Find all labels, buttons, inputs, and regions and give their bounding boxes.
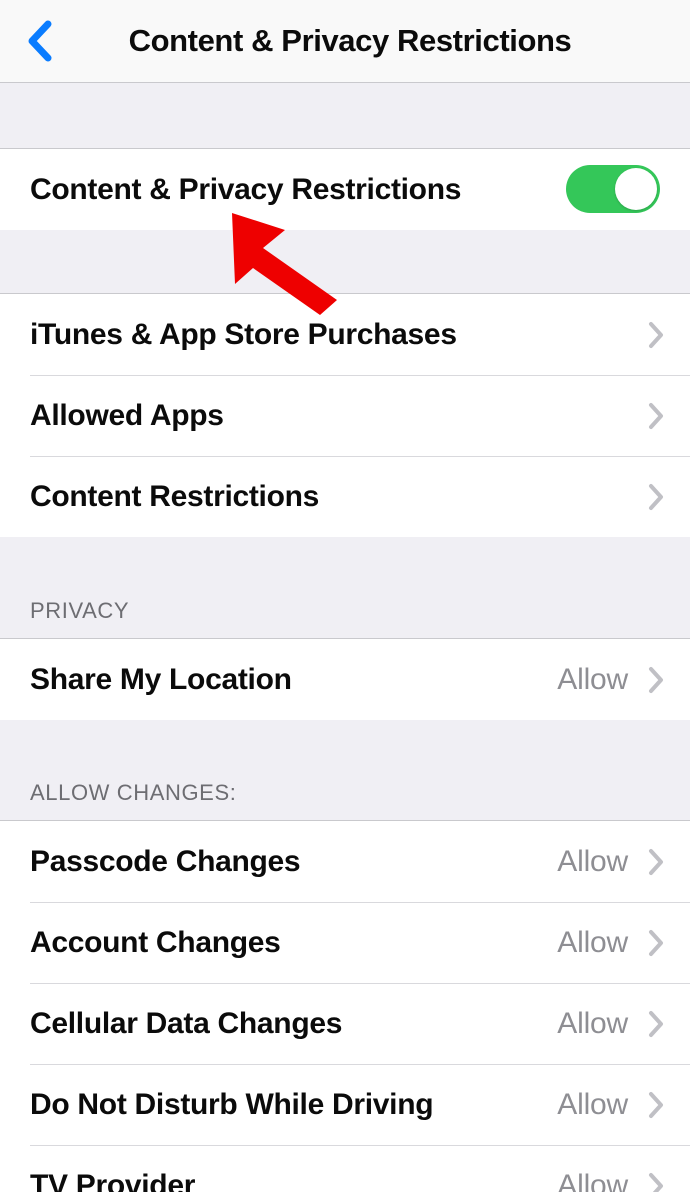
chevron-right-icon (646, 481, 666, 513)
row-itunes-app-store-purchases[interactable]: iTunes & App Store Purchases (0, 294, 690, 375)
group-privacy: Share My Location Allow (0, 639, 690, 720)
section-header-privacy: PRIVACY (0, 537, 690, 639)
row-label: iTunes & App Store Purchases (30, 317, 457, 351)
row-share-my-location[interactable]: Share My Location Allow (0, 639, 690, 720)
ios-settings-screen: Content & Privacy Restrictions Content &… (0, 0, 690, 1192)
group-master-toggle: Content & Privacy Restrictions (0, 149, 690, 230)
row-label: Cellular Data Changes (30, 1006, 343, 1040)
section-header-label: ALLOW CHANGES: (30, 780, 237, 805)
chevron-right-icon (646, 664, 666, 696)
chevron-right-icon (646, 927, 666, 959)
row-label: Account Changes (30, 925, 281, 959)
section-gap-1 (0, 230, 690, 294)
row-label: Content Restrictions (30, 479, 320, 513)
chevron-right-icon (646, 846, 666, 878)
row-cellular-data-changes[interactable]: Cellular Data Changes Allow (0, 983, 690, 1064)
section-header-label: PRIVACY (30, 598, 130, 623)
group-allow-changes: Passcode Changes Allow Account Changes A… (0, 821, 690, 1192)
row-value: Allow (557, 1168, 628, 1192)
navigation-bar: Content & Privacy Restrictions (0, 0, 690, 83)
row-content-restrictions[interactable]: Content Restrictions (0, 456, 690, 537)
row-label: Content & Privacy Restrictions (30, 172, 462, 206)
row-allowed-apps[interactable]: Allowed Apps (0, 375, 690, 456)
chevron-right-icon (646, 1170, 666, 1192)
row-content-privacy-restrictions[interactable]: Content & Privacy Restrictions (0, 149, 690, 230)
chevron-left-icon (26, 18, 54, 64)
content-privacy-restrictions-toggle[interactable] (566, 165, 660, 213)
row-tv-provider[interactable]: TV Provider Allow (0, 1145, 690, 1192)
row-label: Passcode Changes (30, 844, 301, 878)
page-title: Content & Privacy Restrictions (128, 23, 572, 58)
chevron-right-icon (646, 319, 666, 351)
row-label: TV Provider (30, 1168, 196, 1192)
row-value: Allow (557, 1006, 628, 1040)
row-passcode-changes[interactable]: Passcode Changes Allow (0, 821, 690, 902)
row-value: Allow (557, 1087, 628, 1121)
section-gap-top (0, 83, 690, 149)
row-value: Allow (557, 925, 628, 959)
section-header-allow-changes: ALLOW CHANGES: (0, 720, 690, 821)
row-label: Do Not Disturb While Driving (30, 1087, 434, 1121)
row-label: Share My Location (30, 662, 292, 696)
chevron-right-icon (646, 400, 666, 432)
chevron-right-icon (646, 1089, 666, 1121)
row-value: Allow (557, 844, 628, 878)
back-button[interactable] (10, 10, 70, 72)
chevron-right-icon (646, 1008, 666, 1040)
row-value: Allow (557, 662, 628, 696)
row-account-changes[interactable]: Account Changes Allow (0, 902, 690, 983)
group-restriction-categories: iTunes & App Store Purchases Allowed App… (0, 294, 690, 537)
toggle-knob (615, 168, 657, 210)
row-label: Allowed Apps (30, 398, 224, 432)
row-do-not-disturb-while-driving[interactable]: Do Not Disturb While Driving Allow (0, 1064, 690, 1145)
